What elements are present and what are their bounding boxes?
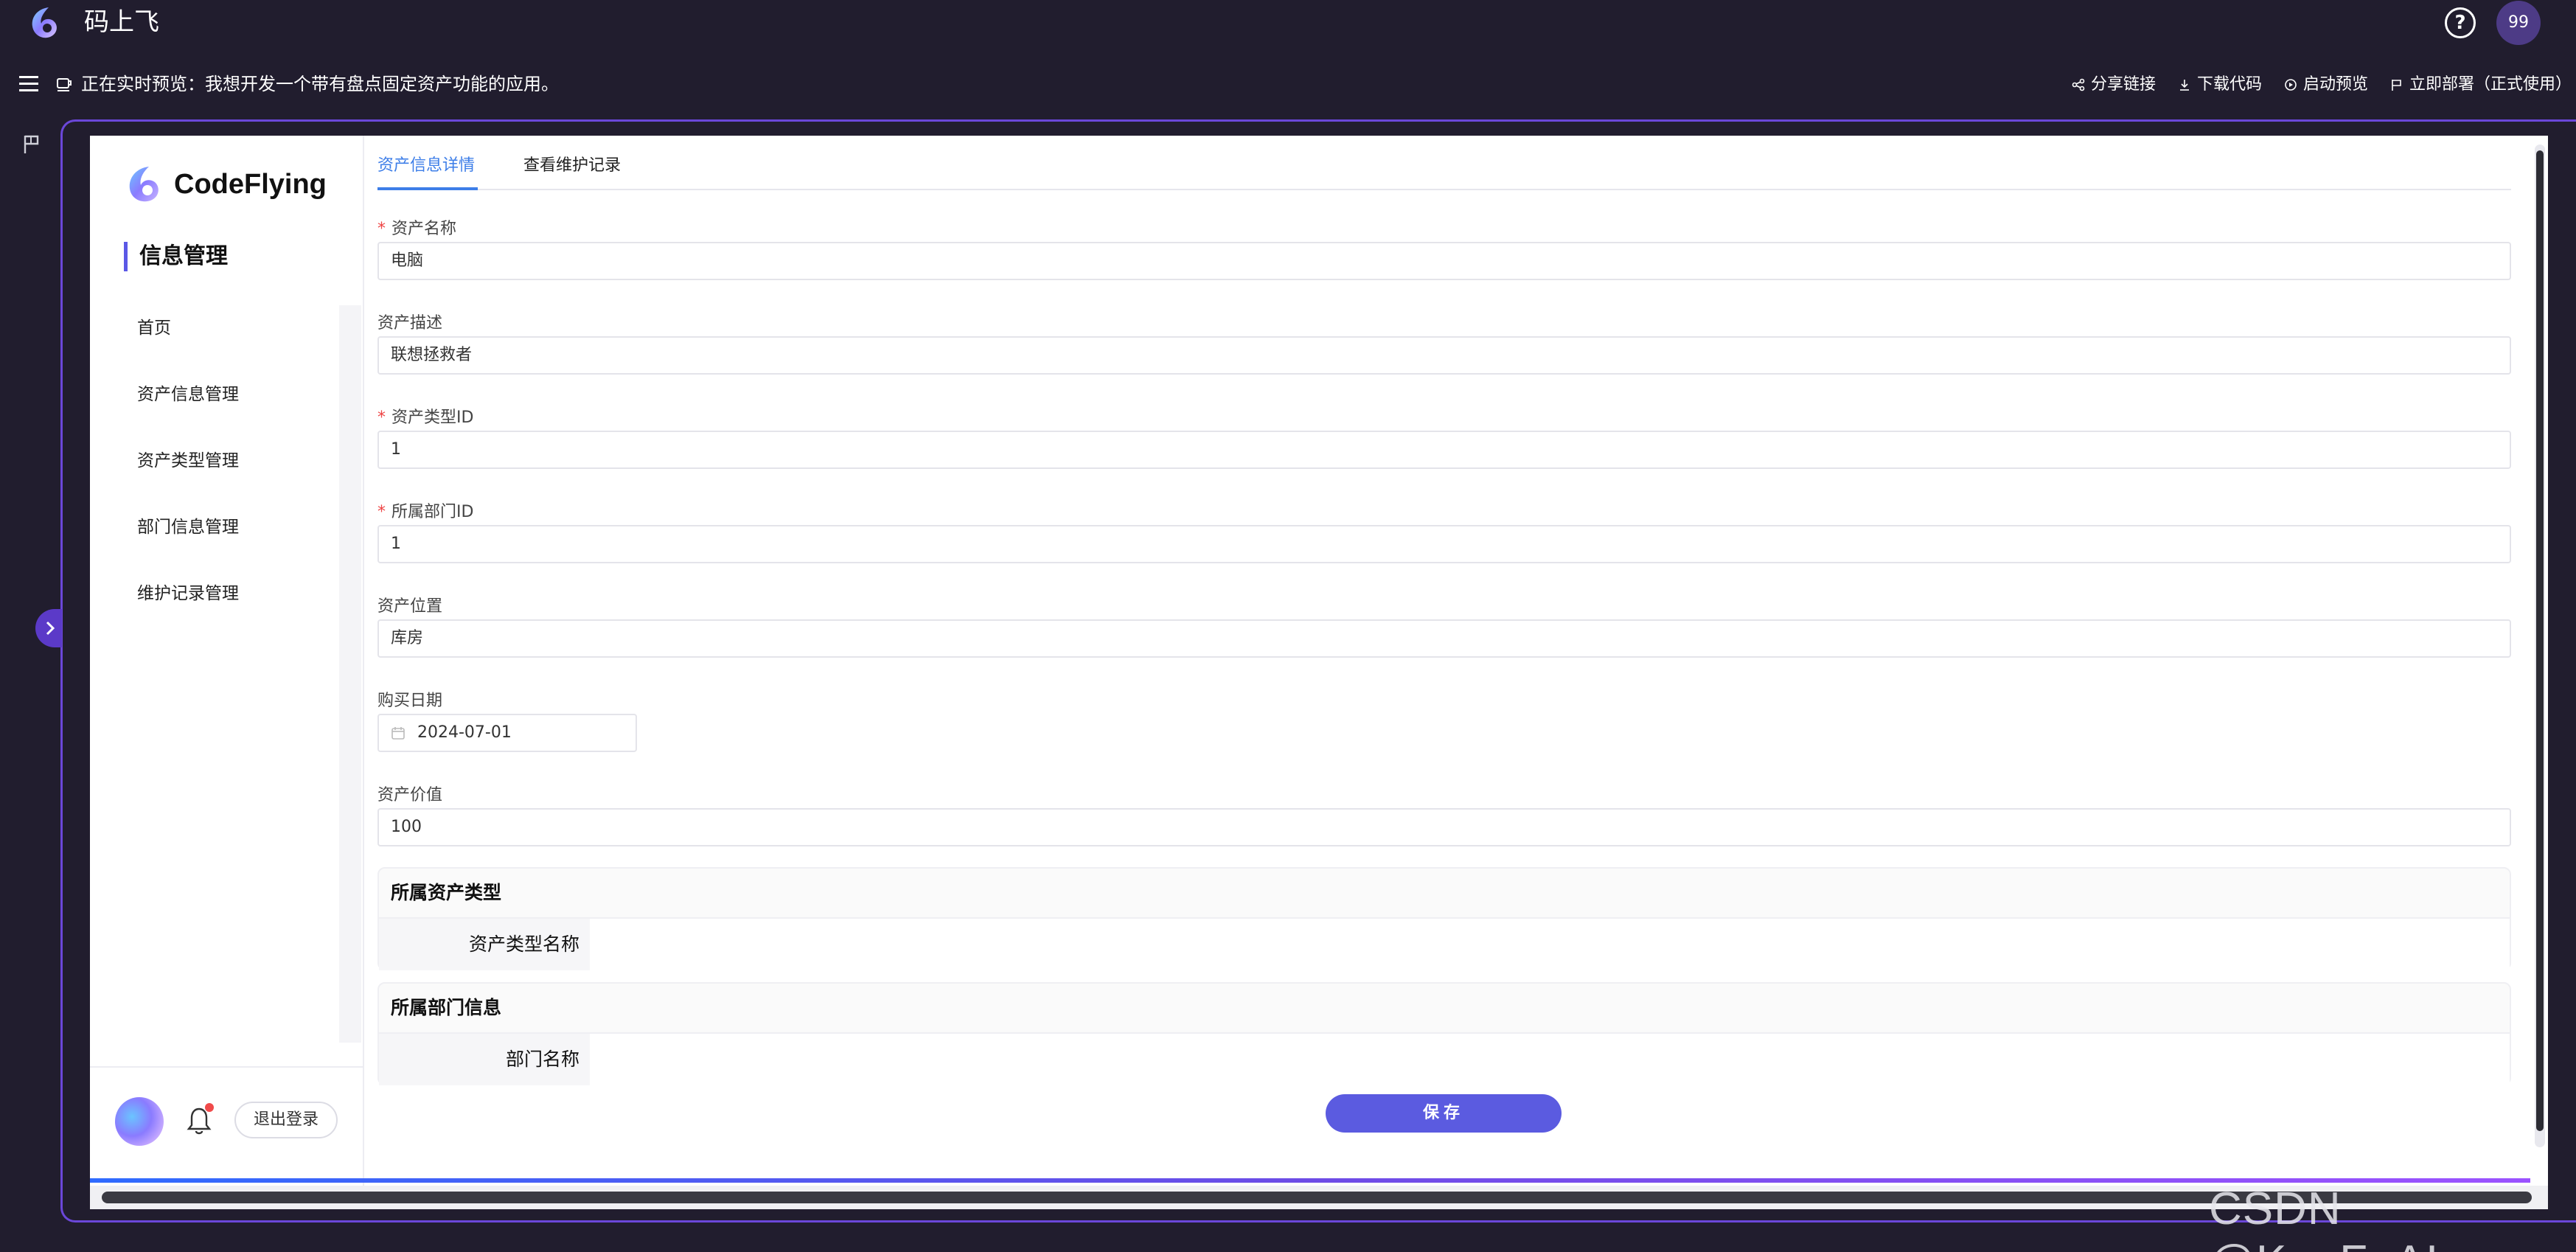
asset-value-input[interactable]: 100: [377, 808, 2511, 846]
department-id-input[interactable]: 1: [377, 525, 2511, 563]
purchase-date-picker[interactable]: 2024-07-01: [377, 714, 637, 752]
calendar-icon: [391, 727, 405, 740]
coffee-cup-icon: [57, 78, 72, 91]
sidebar-item-maintenance[interactable]: 维护记录管理: [137, 582, 239, 649]
asset-desc-input[interactable]: 联想拯救者: [377, 336, 2511, 375]
asset-type-name-key: 资产类型名称: [379, 919, 590, 970]
download-code-button[interactable]: 下载代码: [2178, 72, 2262, 97]
notification-dot: [205, 1103, 214, 1112]
logout-button[interactable]: 退出登录: [234, 1102, 338, 1138]
sidebar-nav: 首页 资产信息管理 资产类型管理 部门信息管理 维护记录管理: [137, 317, 239, 649]
department-name-key: 部门名称: [379, 1034, 590, 1085]
app-preview-window: CodeFlying 信息管理 首页 资产信息管理 资产类型管理 部门信息管理 …: [90, 136, 2548, 1209]
flag-icon: [2392, 80, 2401, 91]
sidebar-section-title: 信息管理: [124, 242, 228, 271]
app-title: 码上飞: [84, 7, 159, 37]
sidebar-item-asset-info[interactable]: 资产信息管理: [137, 383, 239, 450]
share-link-button[interactable]: 分享链接: [2072, 72, 2156, 97]
asset-type-id-label: * 资产类型ID: [377, 407, 473, 429]
save-button[interactable]: 保存: [1326, 1094, 1562, 1133]
preview-status-text: 正在实时预览：我想开发一个带有盘点固定资产功能的应用。: [81, 74, 559, 94]
play-icon: [2285, 79, 2297, 91]
app-logo-icon: [32, 7, 57, 38]
download-icon: [2179, 80, 2189, 91]
tab-maintenance-records[interactable]: 查看维护记录: [523, 153, 621, 178]
tab-bar: 资产信息详情 查看维护记录: [377, 149, 2511, 190]
panel-toggle-button[interactable]: [35, 609, 62, 647]
codeflying-logo-icon: [129, 167, 159, 202]
start-preview-button[interactable]: 启动预览: [2284, 72, 2368, 97]
description-row: 资产类型名称: [379, 917, 2510, 970]
top-bar: 码上飞 ? 99: [0, 0, 2576, 46]
asset-name-label-text: 资产名称: [391, 220, 457, 238]
asset-name-input[interactable]: 电脑: [377, 242, 2511, 280]
chevron-right-icon: [46, 621, 55, 636]
asset-name-label: * 资产名称: [377, 218, 456, 240]
share-link-label: 分享链接: [2090, 75, 2156, 94]
sidebar-item-asset-type[interactable]: 资产类型管理: [137, 450, 239, 516]
asset-desc-label: 资产描述: [377, 314, 443, 333]
required-mark: *: [377, 220, 386, 238]
asset-location-label: 资产位置: [377, 597, 443, 616]
user-badge[interactable]: 99: [2496, 1, 2541, 45]
department-section-title: 所属部门信息: [391, 997, 502, 1018]
brand-name: CodeFlying: [174, 168, 327, 200]
share-icon: [2072, 78, 2085, 91]
sidebar: CodeFlying 信息管理 首页 资产信息管理 资产类型管理 部门信息管理 …: [90, 136, 364, 1209]
purchase-date-label: 购买日期: [377, 692, 443, 710]
tab-asset-detail[interactable]: 资产信息详情: [377, 153, 475, 178]
horizontal-scrollbar-thumb[interactable]: [102, 1192, 2532, 1203]
asset-type-id-input[interactable]: 1: [377, 431, 2511, 469]
watermark-text: CSDN @KuaFuAI: [2209, 1183, 2438, 1252]
help-icon[interactable]: ?: [2445, 7, 2476, 38]
deploy-label: 立即部署（正式使用）: [2409, 75, 2572, 94]
department-id-label-text: 所属部门ID: [391, 503, 474, 521]
asset-value-label: 资产价值: [377, 786, 443, 804]
start-preview-label: 启动预览: [2302, 75, 2368, 94]
department-name-value: [590, 1034, 2510, 1085]
department-section: 所属部门信息 部门名称: [377, 982, 2511, 1085]
deploy-button[interactable]: 立即部署（正式使用）: [2390, 72, 2572, 97]
asset-location-input[interactable]: 库房: [377, 619, 2511, 658]
required-mark: *: [377, 503, 386, 521]
asset-type-section-title: 所属资产类型: [391, 882, 502, 903]
sidebar-item-department[interactable]: 部门信息管理: [137, 516, 239, 582]
flag-icon[interactable]: [22, 134, 41, 155]
brand: CodeFlying: [124, 164, 327, 205]
preview-toolbar: 分享链接 下载代码 启动预览 立即部署（正式使用）: [2072, 72, 2572, 97]
main-content: 资产信息详情 查看维护记录 * 资产名称 电脑 资产描述 联想拯救者 * 资产类型I…: [377, 136, 2526, 1175]
hamburger-menu-icon[interactable]: [19, 76, 38, 92]
vertical-scrollbar-thumb[interactable]: [2536, 150, 2544, 1131]
active-tab-indicator: [377, 187, 478, 190]
description-row: 部门名称: [379, 1032, 2510, 1085]
asset-type-id-label-text: 资产类型ID: [391, 408, 474, 427]
required-mark: *: [377, 408, 386, 427]
asset-type-name-value: [590, 919, 2510, 970]
department-id-label: * 所属部门ID: [377, 501, 473, 524]
asset-type-section: 所属资产类型 资产类型名称: [377, 867, 2511, 970]
sidebar-item-home[interactable]: 首页: [137, 317, 239, 383]
loading-progress-line: [90, 1178, 2530, 1183]
purchase-date-value: 2024-07-01: [417, 723, 512, 742]
avatar[interactable]: [115, 1097, 164, 1146]
download-code-label: 下载代码: [2196, 75, 2262, 94]
sidebar-scrollbar[interactable]: [339, 305, 361, 1043]
